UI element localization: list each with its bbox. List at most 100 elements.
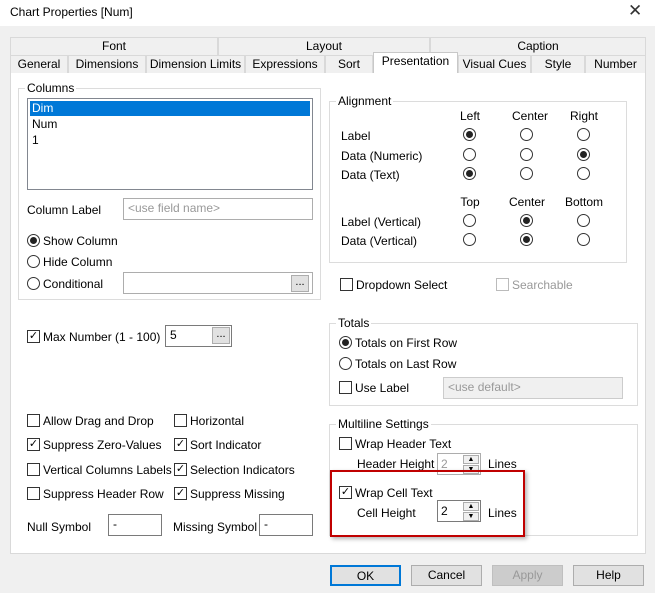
use-label-label: Use Label [355,381,410,395]
dropdown-select-label: Dropdown Select [356,278,448,292]
wrap-header-text-checkbox[interactable] [339,437,352,450]
alignment-radio[interactable] [520,148,533,161]
help-button[interactable]: Help [573,565,644,586]
totals-first-row-radio[interactable] [339,336,352,349]
option-label: Sort Indicator [190,438,262,453]
suppress-missingcheckbox[interactable]: ✓ [174,486,187,500]
alignment-vertical-radio[interactable] [463,214,476,227]
null-symbol-label: Null Symbol [27,520,92,534]
alignment-radio[interactable] [463,167,476,180]
missing-symbol-label: Missing Symbol [173,520,258,534]
wrap-cell-text-checkbox[interactable]: ✓ [339,486,352,499]
tab-sort[interactable]: Sort [325,55,373,73]
hide-column-radio[interactable] [27,255,40,268]
tab-expressions[interactable]: Expressions [245,55,325,73]
tab-style[interactable]: Style [531,55,585,73]
allow-drag-and-dropcheckbox[interactable] [27,414,40,427]
wrap-cell-label: Wrap Cell Text [355,486,433,500]
alignment-radio[interactable] [520,167,533,180]
ok-button[interactable]: OK [330,565,401,586]
alignment-radio[interactable] [577,167,590,180]
suppress-zero-valuescheckbox[interactable]: ✓ [27,438,40,452]
alignment-vertical-header: Center [508,195,546,209]
show-column-radio[interactable] [27,234,40,247]
cell-height-label: Cell Height [357,506,416,520]
tab-number[interactable]: Number [585,55,646,73]
alignment-row-label: Data (Text) [341,168,400,182]
cancel-button[interactable]: Cancel [411,565,482,586]
selection-indicatorscheckbox[interactable]: ✓ [174,462,187,476]
alignment-vertical-radio[interactable] [520,233,533,246]
missing-symbol-input[interactable]: - [259,514,313,536]
alignment-header: Left [459,109,480,123]
sort-indicatorcheckbox[interactable]: ✓ [174,438,187,452]
list-item[interactable]: Num [30,117,310,132]
tab-presentation[interactable]: Presentation [373,52,458,73]
suppress-header-rowcheckbox[interactable] [27,486,40,500]
dropdown-select-checkbox[interactable] [340,278,353,291]
alignment-radio[interactable] [577,148,590,161]
tab-visual-cues[interactable]: Visual Cues [458,55,531,73]
searchable-label: Searchable [512,278,573,292]
spin-down-icon[interactable]: ▼ [463,512,479,521]
tab-dimension-limits[interactable]: Dimension Limits [146,55,245,73]
alignment-radio[interactable] [577,128,590,141]
alignment-header: Center [512,109,549,123]
totals-last-label: Totals on Last Row [355,357,457,371]
use-label-checkbox[interactable] [339,381,352,394]
alignment-vertical-header: Bottom [564,195,603,209]
alignment-radio[interactable] [463,148,476,161]
column-label-input[interactable]: <use field name> [123,198,313,220]
searchable-checkbox[interactable] [496,278,509,291]
tab-dimensions[interactable]: Dimensions [68,55,146,73]
hide-column-label: Hide Column [43,255,113,269]
totals-first-label: Totals on First Row [355,336,458,350]
option-label: Suppress Zero-Values [43,438,162,453]
show-column-label: Show Column [43,234,118,248]
alignment-vertical-header: Top [460,195,480,209]
conditional-input[interactable] [123,272,313,294]
lines-label: Lines [488,457,517,471]
columns-list[interactable]: Dim Num 1 [27,98,313,190]
option-label: Suppress Header Row [43,486,164,501]
option-label: Suppress Missing [190,486,285,501]
conditional-label: Conditional [43,277,104,291]
option-label: Horizontal [190,414,245,428]
vertical-columns-labelscheckbox[interactable] [27,462,40,476]
header-height-label: Header Height [357,457,435,471]
horizontalcheckbox[interactable] [174,414,187,427]
column-label-label: Column Label [27,203,102,217]
max-number-checkbox[interactable]: ✓ [27,330,40,343]
close-icon[interactable]: ✕ [628,1,642,21]
apply-button[interactable]: Apply [492,565,563,586]
null-symbol-input[interactable]: - [108,514,162,536]
list-item[interactable]: Dim [30,101,310,116]
alignment-radio[interactable] [463,128,476,141]
alignment-header: Right [569,109,598,123]
alignment-row-label: Label [341,129,371,143]
max-number-button[interactable]: ... [212,327,230,344]
conditional-radio[interactable] [27,277,40,290]
spin-up-icon[interactable]: ▲ [463,455,479,464]
alignment-vertical-radio[interactable] [520,214,533,227]
option-label: Selection Indicators [190,462,295,477]
totals-label-input[interactable]: <use default> [443,377,623,399]
tab-caption[interactable]: Caption [430,37,646,55]
totals-last-row-radio[interactable] [339,357,352,370]
alignment-vertical-row-label: Label (Vertical) [341,215,422,229]
wrap-header-label: Wrap Header Text [355,437,452,451]
window-title: Chart Properties [Num] [10,5,133,19]
alignment-vertical-radio[interactable] [463,233,476,246]
spin-up-icon[interactable]: ▲ [463,502,479,511]
conditional-expression-button[interactable]: ... [291,275,309,292]
max-number-label: Max Number (1 - 100) [43,330,161,344]
cell-height-spinner[interactable]: 2 ▲ ▼ [437,500,481,522]
alignment-vertical-radio[interactable] [577,233,590,246]
alignment-vertical-radio[interactable] [577,214,590,227]
option-label: Vertical Columns Labels [43,462,172,477]
tab-general[interactable]: General [10,55,68,73]
list-item[interactable]: 1 [30,133,310,148]
lines-label: Lines [488,506,517,520]
alignment-radio[interactable] [520,128,533,141]
tab-font[interactable]: Font [10,37,218,55]
